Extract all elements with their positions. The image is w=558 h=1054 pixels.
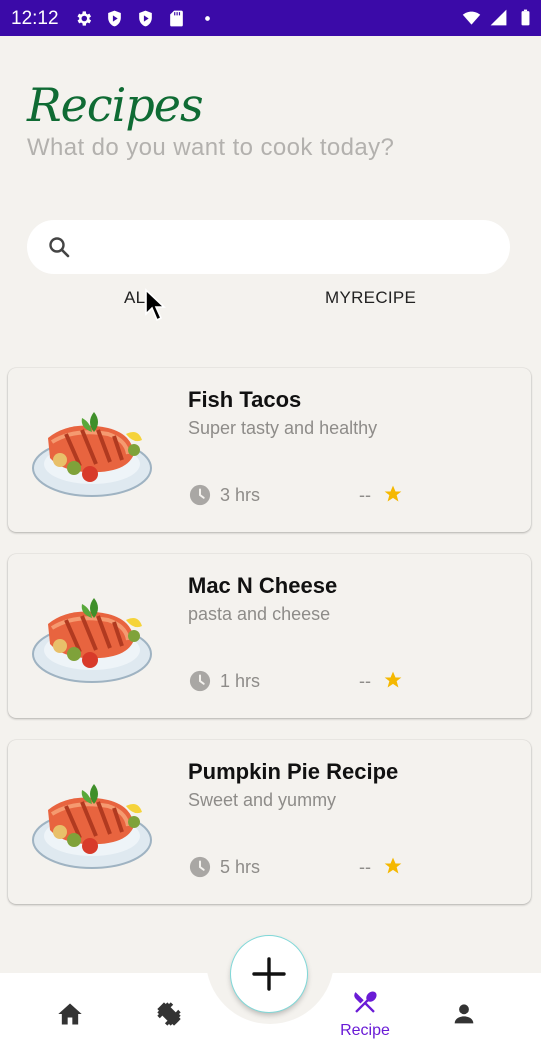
recipe-card[interactable]: Mac N Cheese pasta and cheese 1 hrs --	[8, 554, 531, 718]
clock-icon	[189, 670, 211, 692]
grilled-fish-dish-image	[32, 784, 152, 869]
home-icon	[58, 1003, 82, 1025]
recipe-rating: --	[359, 671, 371, 691]
search-input[interactable]	[27, 220, 510, 274]
clock-icon	[189, 484, 211, 506]
recipe-description: pasta and cheese	[188, 604, 331, 624]
recipe-time: 3 hrs	[220, 485, 261, 505]
recipe-time: 1 hrs	[220, 671, 261, 691]
status-bar: 12:12	[0, 0, 541, 36]
search-icon	[49, 237, 70, 258]
recipe-description: Sweet and yummy	[188, 790, 337, 810]
status-icons-left	[74, 9, 217, 28]
signal-icon	[490, 9, 507, 26]
recipe-title: Mac N Cheese	[188, 573, 338, 598]
star-icon	[384, 671, 402, 688]
recipe-rating: --	[359, 485, 371, 505]
person-icon	[454, 1004, 474, 1024]
recipe-title: Pumpkin Pie Recipe	[188, 759, 399, 784]
recipe-time: 5 hrs	[220, 857, 261, 877]
recipe-card[interactable]: Pumpkin Pie Recipe Sweet and yummy 5 hrs…	[8, 740, 531, 904]
nav-recipe-label: Recipe	[340, 1022, 390, 1039]
dumbbell-icon	[157, 1002, 181, 1026]
nav-fitness[interactable]	[139, 1000, 199, 1040]
sd-card-icon	[170, 10, 183, 27]
page-title: Recipes	[27, 78, 204, 132]
battery-icon	[521, 9, 530, 26]
fork-spoon-icon	[354, 991, 377, 1013]
nav-home[interactable]	[40, 1000, 100, 1040]
shield-icon	[108, 10, 121, 27]
recipe-description: Super tasty and healthy	[188, 418, 378, 438]
recipe-rating: --	[359, 857, 371, 877]
recipe-title: Fish Tacos	[188, 387, 302, 412]
gear-icon	[77, 11, 92, 26]
grilled-fish-dish-image	[32, 598, 152, 683]
grilled-fish-dish-image	[32, 412, 152, 497]
plus-icon	[252, 957, 286, 991]
nav-recipe[interactable]: Recipe	[335, 988, 395, 1039]
dot-icon	[205, 16, 210, 21]
recipe-card[interactable]: Fish Tacos Super tasty and healthy 3 hrs…	[8, 368, 531, 532]
tab-myrecipe[interactable]: MYRECIPE	[325, 288, 416, 308]
clock-icon	[189, 856, 211, 878]
add-recipe-button[interactable]	[231, 936, 307, 1012]
screen-edge	[541, 0, 558, 1054]
page-subtitle: What do you want to cook today?	[27, 134, 395, 161]
status-time: 12:12	[11, 8, 59, 29]
star-icon	[384, 485, 402, 502]
play-protect-icon	[139, 10, 152, 27]
mouse-cursor-icon	[145, 288, 167, 322]
app-screen: 12:12 Recipes What do you want to cook t…	[0, 0, 541, 1054]
wifi-icon	[462, 11, 481, 25]
nav-profile[interactable]	[434, 1000, 494, 1040]
status-icons-right	[462, 8, 535, 27]
star-icon	[384, 857, 402, 874]
